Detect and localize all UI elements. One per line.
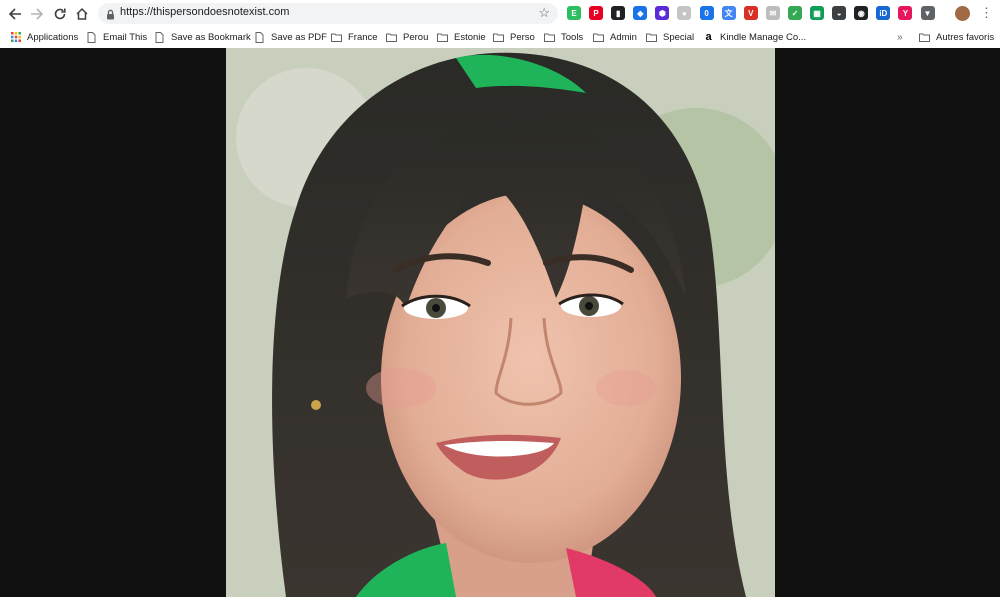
vivaldi-icon[interactable]: V <box>743 6 758 20</box>
bookmark-label: Admin <box>610 31 637 43</box>
bookmark-save-as-bookmark[interactable]: Save as Bookmark <box>154 30 251 44</box>
bookmark-icon[interactable]: ▮ <box>611 6 626 20</box>
hex-icon[interactable]: ⬢ <box>655 6 670 20</box>
bookmark-label: Kindle Manage Co... <box>720 31 807 43</box>
folder-icon <box>437 32 448 43</box>
apps-grid-icon <box>10 32 21 43</box>
url-text[interactable]: https://thispersondoesnotexist.com <box>120 6 289 18</box>
folder-icon <box>386 32 397 43</box>
folder-icon <box>544 32 555 43</box>
diamond-icon[interactable]: ◆ <box>633 6 648 20</box>
pocket-icon[interactable]: ◒ <box>832 6 847 20</box>
bookmark-label: Autres favoris <box>936 31 995 43</box>
extensions-bar: E P ▮ ◆ ⬢ ● 0 文 V ✉ ✓ ▦ ◒ ◉ iD Y ▼ <box>567 6 943 22</box>
reload-button[interactable] <box>51 5 69 23</box>
folder-icon <box>919 32 930 43</box>
portrait-illustration <box>226 48 775 597</box>
bookmark-folder-france[interactable]: France <box>331 30 378 44</box>
bookmarks-bar: Applications Email This Save as Bookmark… <box>0 27 1000 47</box>
chat-icon[interactable]: ✉ <box>765 6 780 20</box>
grey-circle-icon[interactable]: ● <box>677 6 692 20</box>
bookmark-label: Estonie <box>454 31 486 43</box>
bookmark-folder-other[interactable]: Autres favoris <box>919 30 994 44</box>
back-button[interactable] <box>6 5 24 23</box>
folder-icon <box>331 32 342 43</box>
bookmark-folder-special[interactable]: Special <box>646 30 694 44</box>
bookmark-email-this[interactable]: Email This <box>86 30 147 44</box>
forward-button[interactable] <box>28 5 46 23</box>
bookmark-folder-tools[interactable]: Tools <box>544 30 583 44</box>
bookmark-label: Perso <box>510 31 535 43</box>
amazon-icon: a <box>705 31 712 43</box>
y-icon[interactable]: Y <box>898 6 913 20</box>
bookmarks-overflow-button[interactable]: » <box>897 30 903 44</box>
address-bar[interactable]: https://thispersondoesnotexist.com ☆ <box>98 3 558 24</box>
folder-icon <box>493 32 504 43</box>
pinterest-icon[interactable]: P <box>589 6 604 20</box>
star-icon[interactable]: ☆ <box>538 5 550 21</box>
arrow-left-icon <box>8 8 21 20</box>
bookmark-label: Special <box>663 31 695 43</box>
calendar-icon[interactable]: 0 <box>699 6 714 20</box>
home-icon <box>76 7 88 20</box>
sheet-icon[interactable]: ▦ <box>810 6 825 20</box>
page-icon <box>86 31 97 43</box>
menu-kebab-icon[interactable]: ⋮ <box>980 5 993 21</box>
bookmark-label: Save as PDF <box>271 31 327 43</box>
bookmark-label: Applications <box>27 31 79 43</box>
folder-icon <box>593 32 604 43</box>
page-icon <box>154 31 165 43</box>
id-icon[interactable]: iD <box>876 6 891 20</box>
generated-face-photo <box>226 48 775 597</box>
bookmark-label: Tools <box>561 31 584 43</box>
bookmark-folder-perso[interactable]: Perso <box>493 30 535 44</box>
bookmark-kindle-manage[interactable]: a Kindle Manage Co... <box>703 30 806 44</box>
bookmark-save-as-pdf[interactable]: Save as PDF <box>254 30 327 44</box>
browser-toolbar: https://thispersondoesnotexist.com ☆ E P ▮… <box>0 0 1000 27</box>
shield-icon[interactable]: ▼ <box>920 6 935 20</box>
check-icon[interactable]: ✓ <box>787 6 802 20</box>
page-viewport <box>0 48 1000 597</box>
browser-chrome: https://thispersondoesnotexist.com ☆ E P ▮… <box>0 0 1000 49</box>
profile-avatar[interactable] <box>955 6 970 21</box>
bookmark-folder-admin[interactable]: Admin <box>593 30 637 44</box>
arrow-right-icon <box>31 8 44 20</box>
home-button[interactable] <box>73 5 91 23</box>
page-icon <box>254 31 265 43</box>
reload-icon <box>54 8 66 20</box>
bookmark-label: Save as Bookmark <box>171 31 251 43</box>
bookmark-label: Email This <box>103 31 148 43</box>
lock-icon <box>106 7 115 25</box>
bookmark-applications[interactable]: Applications <box>10 30 78 44</box>
bookmark-label: France <box>348 31 378 43</box>
bookmark-label: Perou <box>403 31 429 43</box>
camera-icon[interactable]: ◉ <box>854 6 869 20</box>
evernote-icon[interactable]: E <box>567 6 581 20</box>
translate-icon[interactable]: 文 <box>721 6 736 20</box>
bookmark-folder-estonie[interactable]: Estonie <box>437 30 486 44</box>
bookmark-folder-perou[interactable]: Perou <box>386 30 428 44</box>
folder-icon <box>646 32 657 43</box>
